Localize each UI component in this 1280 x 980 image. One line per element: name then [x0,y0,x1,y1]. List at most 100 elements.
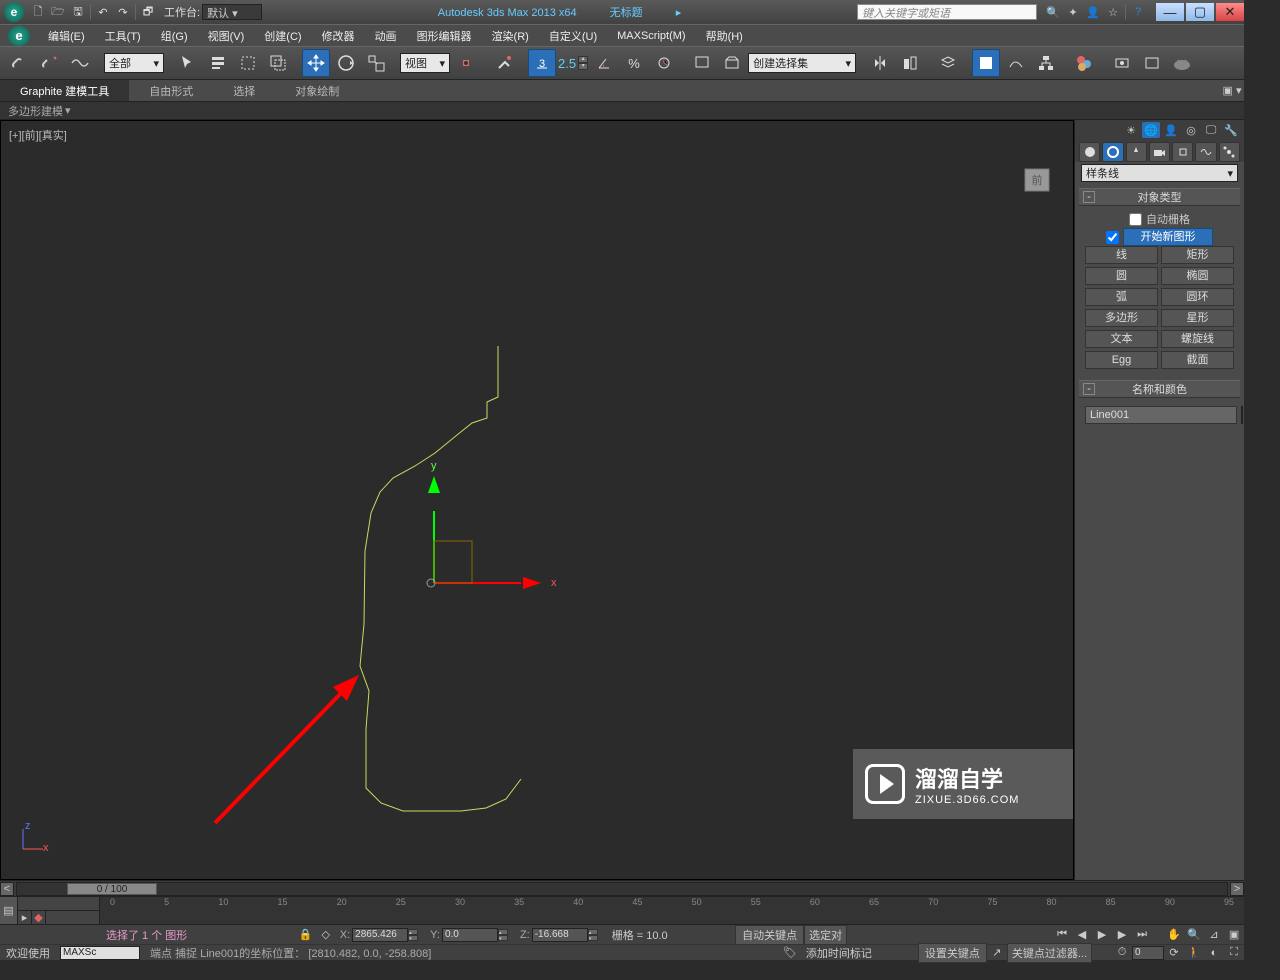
zoom-region-icon[interactable]: ▣ [1225,927,1243,943]
qat-link-icon[interactable]: 🗗 [138,3,158,21]
setkey-button[interactable]: 设置关键点 [918,943,987,963]
cp-tab-shapes-icon[interactable] [1102,142,1123,162]
zoom-icon[interactable]: 🔍 [1185,927,1203,943]
named-selection-dropdown[interactable]: 创建选择集▾ [748,53,856,73]
cp-tab-lights-icon[interactable] [1126,142,1147,162]
graphite-toggle-icon[interactable] [972,49,1000,77]
menu-customize[interactable]: 自定义(U) [539,28,607,44]
add-timetag[interactable]: 添加时间标记 [800,945,878,961]
cp-target-icon[interactable]: ◎ [1182,122,1200,138]
goto-end-icon[interactable]: ⏭ [1133,927,1151,943]
mirror-icon[interactable] [866,49,894,77]
menu-views[interactable]: 视图(V) [198,28,255,44]
timetag-icon[interactable]: 🏷 [781,945,799,961]
cp-tab-spacewar-icon[interactable] [1195,142,1216,162]
percent-snap-icon[interactable]: % [620,49,648,77]
nav-orbit-icon[interactable]: ⟳ [1165,945,1183,961]
link-icon[interactable] [6,49,34,77]
timeslider-track[interactable]: 0 / 100 [16,882,1228,896]
autogrid-checkbox[interactable] [1129,213,1142,226]
layer-manager-icon[interactable] [934,49,962,77]
prev-frame-icon[interactable]: ◀ [1073,927,1091,943]
qat-new-icon[interactable]: 🗋 [28,3,48,21]
btn-egg[interactable]: Egg [1085,351,1158,369]
nav-maximize-icon[interactable]: ⛶ [1225,945,1243,961]
menu-create[interactable]: 创建(C) [254,28,311,44]
lock-selection-icon[interactable]: 🔒 [297,927,315,943]
workspace-selector[interactable]: 默认 ▾ [202,4,262,20]
app-icon[interactable]: e [4,2,24,22]
bind-spacewarp-icon[interactable] [66,49,94,77]
move-icon[interactable] [302,49,330,77]
minimize-button[interactable]: — [1156,3,1184,21]
frame-indicator[interactable]: 0 / 100 [67,883,157,895]
angle-snap-value[interactable]: 2.5▴▾ [558,56,588,71]
ref-coord-dropdown[interactable]: 视图▾ [400,53,450,73]
selection-filter-dropdown[interactable]: 全部▾ [104,53,164,73]
btn-section[interactable]: 截面 [1161,351,1234,369]
ribbon-panel-label[interactable]: 多边形建模▾ [0,102,1244,120]
play-icon[interactable]: ▶ [1093,927,1111,943]
menu-help[interactable]: 帮助(H) [696,28,753,44]
object-name-input[interactable] [1085,406,1237,424]
cp-person-icon[interactable]: 👤 [1162,122,1180,138]
view-cube[interactable]: 前 [1019,161,1055,197]
menu-edit[interactable]: 编辑(E) [38,28,95,44]
btn-donut[interactable]: 圆环 [1161,288,1234,306]
manipulate-icon[interactable] [490,49,518,77]
named-sel-open-icon[interactable] [718,49,746,77]
btn-circle[interactable]: 圆 [1085,267,1158,285]
rollout-object-type[interactable]: -对象类型 [1079,188,1240,206]
select-region-rect-icon[interactable] [234,49,262,77]
startnew-checkbox[interactable] [1106,231,1119,244]
render-frame-icon[interactable] [1138,49,1166,77]
nav-walk-icon[interactable]: 🚶 [1185,945,1203,961]
iso-selection-icon[interactable]: ◇ [317,927,335,943]
viewport[interactable]: [+][前][真实] x y 前 zx 溜溜自学ZIXUE.3 [0,120,1074,880]
qat-save-icon[interactable]: 🖫 [68,3,88,21]
cp-tab-systems-icon[interactable] [1219,142,1240,162]
cp-tab-cameras-icon[interactable] [1149,142,1170,162]
favorite-icon[interactable]: ☆ [1103,3,1123,21]
time-config-icon[interactable]: ⏱ [1113,945,1131,961]
select-icon[interactable] [174,49,202,77]
btn-text[interactable]: 文本 [1085,330,1158,348]
snap-toggle-icon[interactable]: 3 [528,49,556,77]
goto-start-icon[interactable]: ⏮ [1053,927,1071,943]
cp-tab-create-icon[interactable] [1079,142,1100,162]
fov-icon[interactable]: ⊿ [1205,927,1223,943]
trackbar-ruler[interactable]: 05101520253035404550556065707580859095 [100,897,1244,924]
keyfilter-button[interactable]: 关键点过滤器... [1007,943,1092,963]
key-mode-icon[interactable]: ↗ [988,945,1006,961]
curve-editor-icon[interactable] [1002,49,1030,77]
qat-undo-icon[interactable]: ↶ [93,3,113,21]
nav-fov-icon[interactable]: ◐ [1205,945,1223,961]
qat-open-icon[interactable]: 🗁 [48,3,68,21]
maxscript-listener[interactable]: MAXSc [60,946,140,960]
help-icon[interactable]: ? [1128,3,1148,21]
qat-redo-icon[interactable]: ↷ [113,3,133,21]
coord-y[interactable]: 0.0 [442,928,498,942]
menu-group[interactable]: 组(G) [151,28,198,44]
menu-modifiers[interactable]: 修改器 [312,28,365,44]
next-frame-icon[interactable]: ▶ [1113,927,1131,943]
ribbon-minimize-icon[interactable]: ▣ ▾ [1220,84,1244,97]
cp-wrench-icon[interactable]: 🔧 [1222,122,1240,138]
selected-button[interactable]: 选定对 [804,925,847,945]
exchange-icon[interactable]: ✦ [1063,3,1083,21]
align-icon[interactable] [896,49,924,77]
cp-globe-icon[interactable]: 🌐 [1142,122,1160,138]
ribbon-tab-paint[interactable]: 对象绘制 [275,80,359,101]
trackbar-toggle-icon[interactable]: ▤ [0,897,18,924]
menu-rendering[interactable]: 渲染(R) [482,28,539,44]
angle-snap-icon[interactable] [590,49,618,77]
render-icon[interactable] [1168,49,1196,77]
app-menu-icon[interactable]: e [8,26,30,46]
select-name-icon[interactable] [204,49,232,77]
ribbon-tab-selection[interactable]: 选择 [213,80,275,101]
timeslider-next-icon[interactable]: > [1230,882,1244,896]
btn-star[interactable]: 星形 [1161,309,1234,327]
pan-icon[interactable]: ✋ [1165,927,1183,943]
rotate-icon[interactable] [332,49,360,77]
startnew-button[interactable]: 开始新图形 [1123,228,1213,246]
